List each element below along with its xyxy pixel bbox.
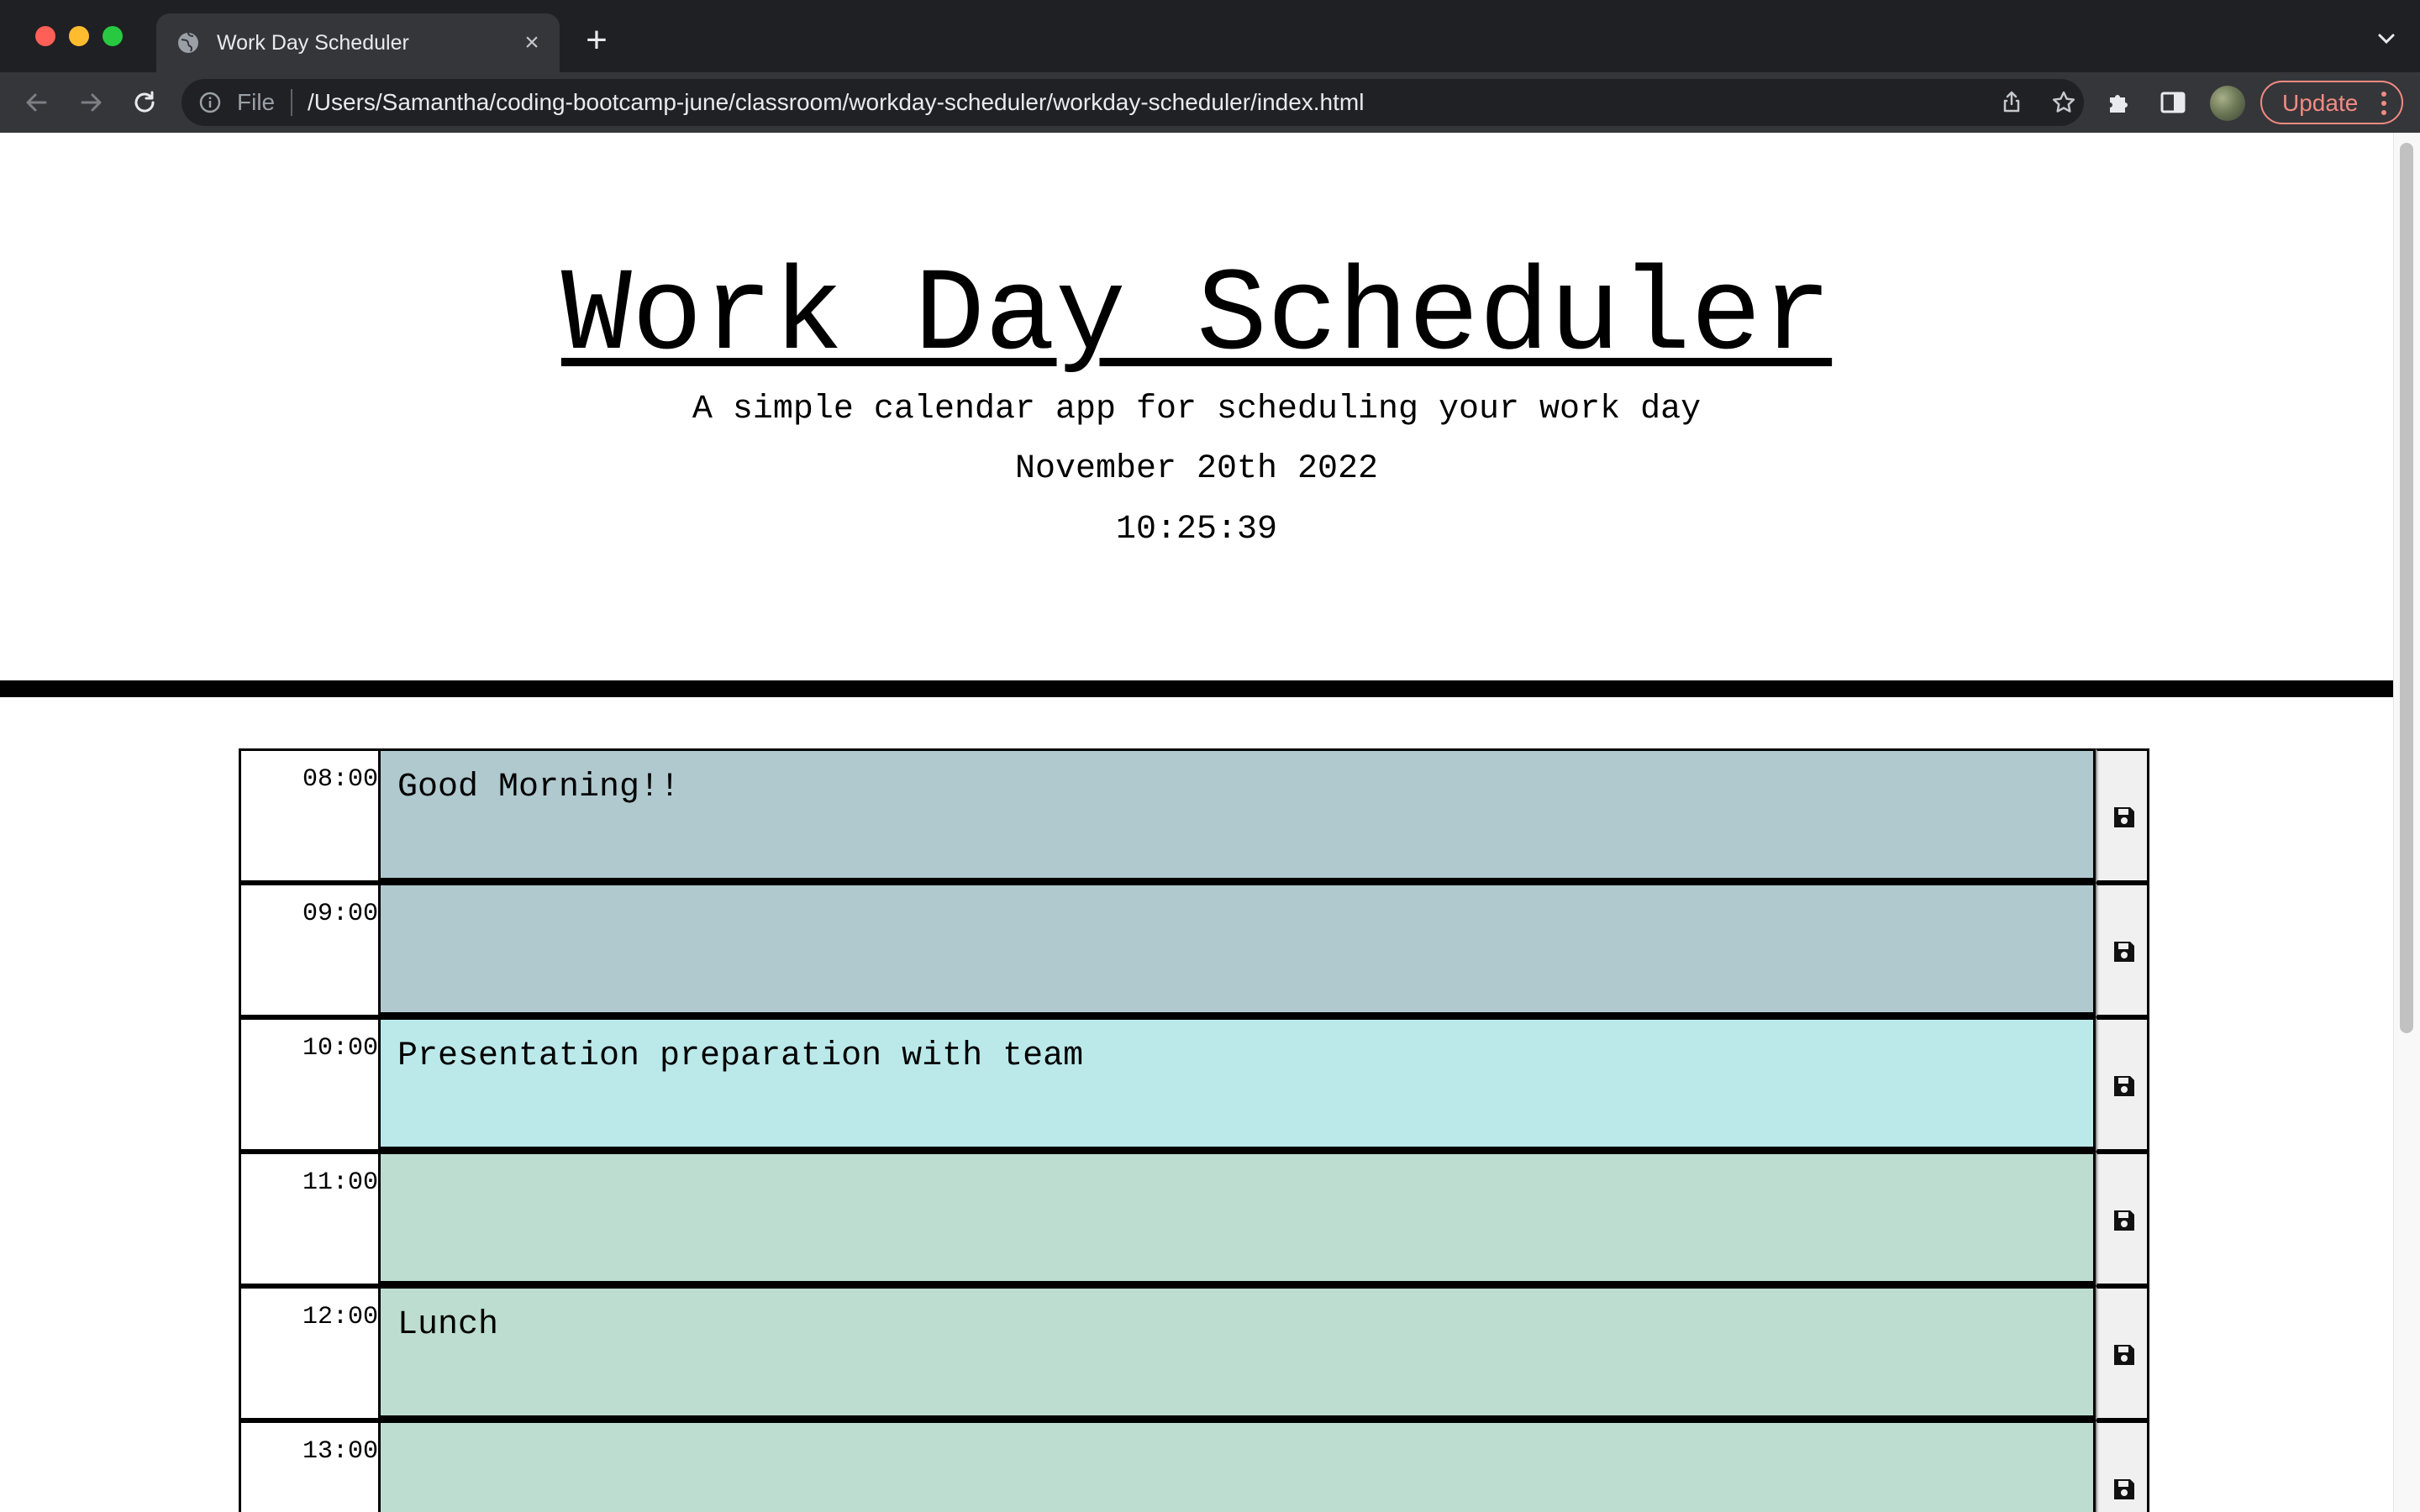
hour-label: 11:00 (302, 1168, 378, 1197)
url-separator (291, 89, 292, 116)
scrollbar-thumb[interactable] (2400, 143, 2413, 1033)
side-panel-icon[interactable] (2158, 87, 2188, 118)
save-button[interactable] (2096, 1017, 2149, 1152)
save-icon (2114, 1210, 2134, 1231)
event-textarea[interactable]: Lunch (378, 1286, 2096, 1420)
browser-toolbar: File /Users/Samantha/coding-bootcamp-jun… (0, 72, 2420, 133)
hour-cell: 13:00 (239, 1420, 378, 1512)
globe-icon (178, 32, 198, 53)
event-textarea[interactable] (378, 1420, 2096, 1512)
hour-label: 10:00 (302, 1034, 378, 1063)
back-arrow-icon[interactable] (20, 86, 54, 119)
tab-close-icon[interactable]: × (518, 29, 546, 57)
update-label: Update (2282, 90, 2359, 116)
event-textarea[interactable] (378, 883, 2096, 1017)
forward-arrow-icon[interactable] (74, 86, 108, 119)
extensions-puzzle-icon[interactable] (2104, 87, 2134, 118)
tab-work-day-scheduler[interactable]: Work Day Scheduler × (156, 13, 560, 72)
save-icon (2114, 1479, 2134, 1499)
new-tab-icon[interactable]: + (580, 22, 613, 59)
time-block-row: 08:00 Good Morning!! (239, 748, 2154, 883)
hour-cell: 12:00 (239, 1286, 378, 1420)
save-icon (2114, 1076, 2134, 1096)
page-header: Work Day Scheduler A simple calendar app… (0, 133, 2393, 680)
profile-avatar[interactable] (2210, 86, 2245, 121)
page-subtitle: A simple calendar app for scheduling you… (692, 391, 1702, 428)
hour-cell: 10:00 (239, 1017, 378, 1152)
time-block-row: 09:00 (239, 883, 2154, 1017)
event-textarea[interactable]: Presentation preparation with team (378, 1017, 2096, 1152)
url-scheme: File (237, 89, 276, 115)
hour-label: 09:00 (302, 900, 378, 928)
time-block-row: 10:00 Presentation preparation with team (239, 1017, 2154, 1152)
update-button[interactable]: Update (2260, 81, 2403, 124)
time-block-row: 12:00 Lunch (239, 1286, 2154, 1420)
save-button[interactable] (2096, 1152, 2149, 1286)
save-icon (2114, 807, 2134, 827)
save-button[interactable] (2096, 883, 2149, 1017)
chevron-down-icon[interactable] (2373, 25, 2400, 52)
schedule-container: 08:00 Good Morning!! 09:00 10:00 Present… (239, 748, 2154, 1512)
more-menu-icon[interactable] (2381, 91, 2386, 116)
current-time: 10:25:39 (1115, 511, 1278, 549)
hour-cell: 09:00 (239, 883, 378, 1017)
save-button[interactable] (2096, 1286, 2149, 1420)
save-button[interactable] (2096, 748, 2149, 883)
event-textarea[interactable] (378, 1152, 2096, 1286)
current-date: November 20th 2022 (1014, 450, 1379, 488)
hour-label: 13:00 (302, 1437, 378, 1466)
save-button[interactable] (2096, 1420, 2149, 1512)
save-icon (2114, 942, 2134, 962)
page-viewport: Work Day Scheduler A simple calendar app… (0, 133, 2393, 1512)
hour-label: 08:00 (302, 765, 378, 794)
info-icon[interactable] (198, 91, 222, 114)
tab-strip: Work Day Scheduler × + (0, 0, 2420, 72)
url-text[interactable]: /Users/Samantha/coding-bootcamp-june/cla… (308, 87, 1364, 118)
minimize-window-icon[interactable] (69, 26, 89, 46)
browser-window: Work Day Scheduler × + File /Users/Saman… (0, 0, 2420, 1512)
tab-title: Work Day Scheduler (217, 31, 409, 55)
close-window-icon[interactable] (35, 26, 55, 46)
header-divider (0, 680, 2393, 697)
address-bar[interactable]: File /Users/Samantha/coding-bootcamp-jun… (182, 79, 2084, 126)
time-block-row: 13:00 (239, 1420, 2154, 1512)
share-icon[interactable] (1998, 89, 2025, 116)
hour-cell: 08:00 (239, 748, 378, 883)
event-textarea[interactable]: Good Morning!! (378, 748, 2096, 883)
time-block-row: 11:00 (239, 1152, 2154, 1286)
save-icon (2114, 1345, 2134, 1365)
hour-cell: 11:00 (239, 1152, 378, 1286)
page-title: Work Day Scheduler (560, 250, 1833, 384)
reload-icon[interactable] (128, 86, 161, 119)
hour-label: 12:00 (302, 1303, 378, 1331)
maximize-window-icon[interactable] (103, 26, 123, 46)
bookmark-star-icon[interactable] (2050, 89, 2077, 116)
